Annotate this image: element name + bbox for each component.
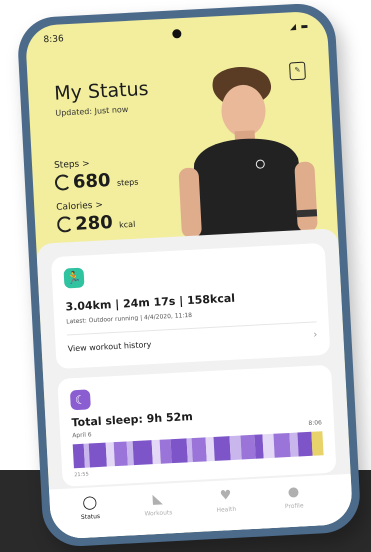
- status-icon: ◯: [82, 495, 98, 511]
- sleep-segment: [113, 441, 129, 467]
- avatar-right-arm: [294, 161, 318, 232]
- view-workout-history-link[interactable]: View workout history: [67, 340, 151, 353]
- phone-frame: 8:36 ◢ ▬ My Status Updated: Just now ✎ S…: [16, 2, 362, 548]
- sleep-total: Total sleep: 9h 52m: [71, 410, 194, 430]
- steps-number: 680: [72, 169, 112, 193]
- page-subtitle: Updated: Just now: [55, 104, 129, 118]
- sleep-segment: [311, 431, 324, 456]
- workout-stats: 3.04km | 24m 17s | 158kcal: [65, 291, 236, 314]
- avatar-watch: [296, 209, 318, 218]
- nav-label: Profile: [284, 502, 304, 511]
- calories-ring-icon: [56, 216, 74, 233]
- workout-card[interactable]: 🏃 3.04km | 24m 17s | 158kcal Latest: Out…: [50, 242, 331, 370]
- calories-label[interactable]: Calories >: [56, 200, 103, 212]
- nav-label: Workouts: [144, 509, 173, 518]
- nav-item-health[interactable]: ♥ Health: [195, 487, 256, 515]
- signal-battery-icon: ◢ ▬: [289, 21, 310, 32]
- page-title: My Status: [53, 77, 150, 105]
- steps-label[interactable]: Steps >: [54, 159, 90, 171]
- sleep-segment: [191, 437, 207, 463]
- nav-item-profile[interactable]: ● Profile: [263, 483, 324, 511]
- chevron-right-icon: ›: [313, 329, 318, 341]
- sleep-segment: [297, 431, 313, 457]
- calories-number: 280: [74, 211, 114, 235]
- profile-icon: ●: [287, 484, 300, 501]
- sleep-segment: [213, 436, 232, 461]
- nav-item-workouts[interactable]: ◣ Workouts: [127, 490, 188, 518]
- sleep-date: April 6: [72, 431, 92, 440]
- workout-latest: Latest: Outdoor running | 4/4/2020, 11:1…: [66, 311, 193, 326]
- sleep-card[interactable]: ☾ Total sleep: 9h 52m April 6 8:06 21:55: [57, 364, 337, 487]
- steps-unit: steps: [116, 177, 139, 188]
- nav-label: Status: [80, 512, 101, 521]
- status-bar: 8:36 ◢ ▬: [43, 21, 309, 49]
- calories-unit: kcal: [118, 219, 136, 230]
- sleep-chart: [72, 431, 324, 469]
- calories-value: 280 kcal: [56, 211, 136, 236]
- health-icon: ♥: [219, 488, 232, 504]
- avatar: [178, 67, 318, 238]
- sleep-end-time: 8:06: [308, 419, 323, 427]
- status-time: 8:36: [43, 34, 64, 46]
- sleep-segment: [170, 438, 188, 464]
- avatar-shirt: [190, 138, 310, 238]
- app-screen: 8:36 ◢ ▬ My Status Updated: Just now ✎ S…: [24, 10, 354, 540]
- sleep-start-time: 21:55: [74, 471, 89, 479]
- moon-icon: ☾: [69, 389, 91, 411]
- nav-label: Health: [216, 505, 237, 514]
- sleep-segment: [240, 434, 256, 460]
- running-icon: 🏃: [63, 267, 85, 289]
- sleep-segment: [273, 432, 291, 458]
- nav-item-status[interactable]: ◯ Status: [59, 494, 120, 522]
- sleep-segment: [132, 440, 153, 466]
- steps-ring-icon: [54, 174, 72, 191]
- content-panel: 🏃 3.04km | 24m 17s | 158kcal Latest: Out…: [36, 228, 354, 540]
- workouts-icon: ◣: [152, 491, 164, 508]
- steps-value: 680 steps: [54, 169, 139, 194]
- sleep-segment: [88, 442, 107, 468]
- avatar-left-arm: [178, 167, 202, 238]
- front-camera: [172, 29, 182, 39]
